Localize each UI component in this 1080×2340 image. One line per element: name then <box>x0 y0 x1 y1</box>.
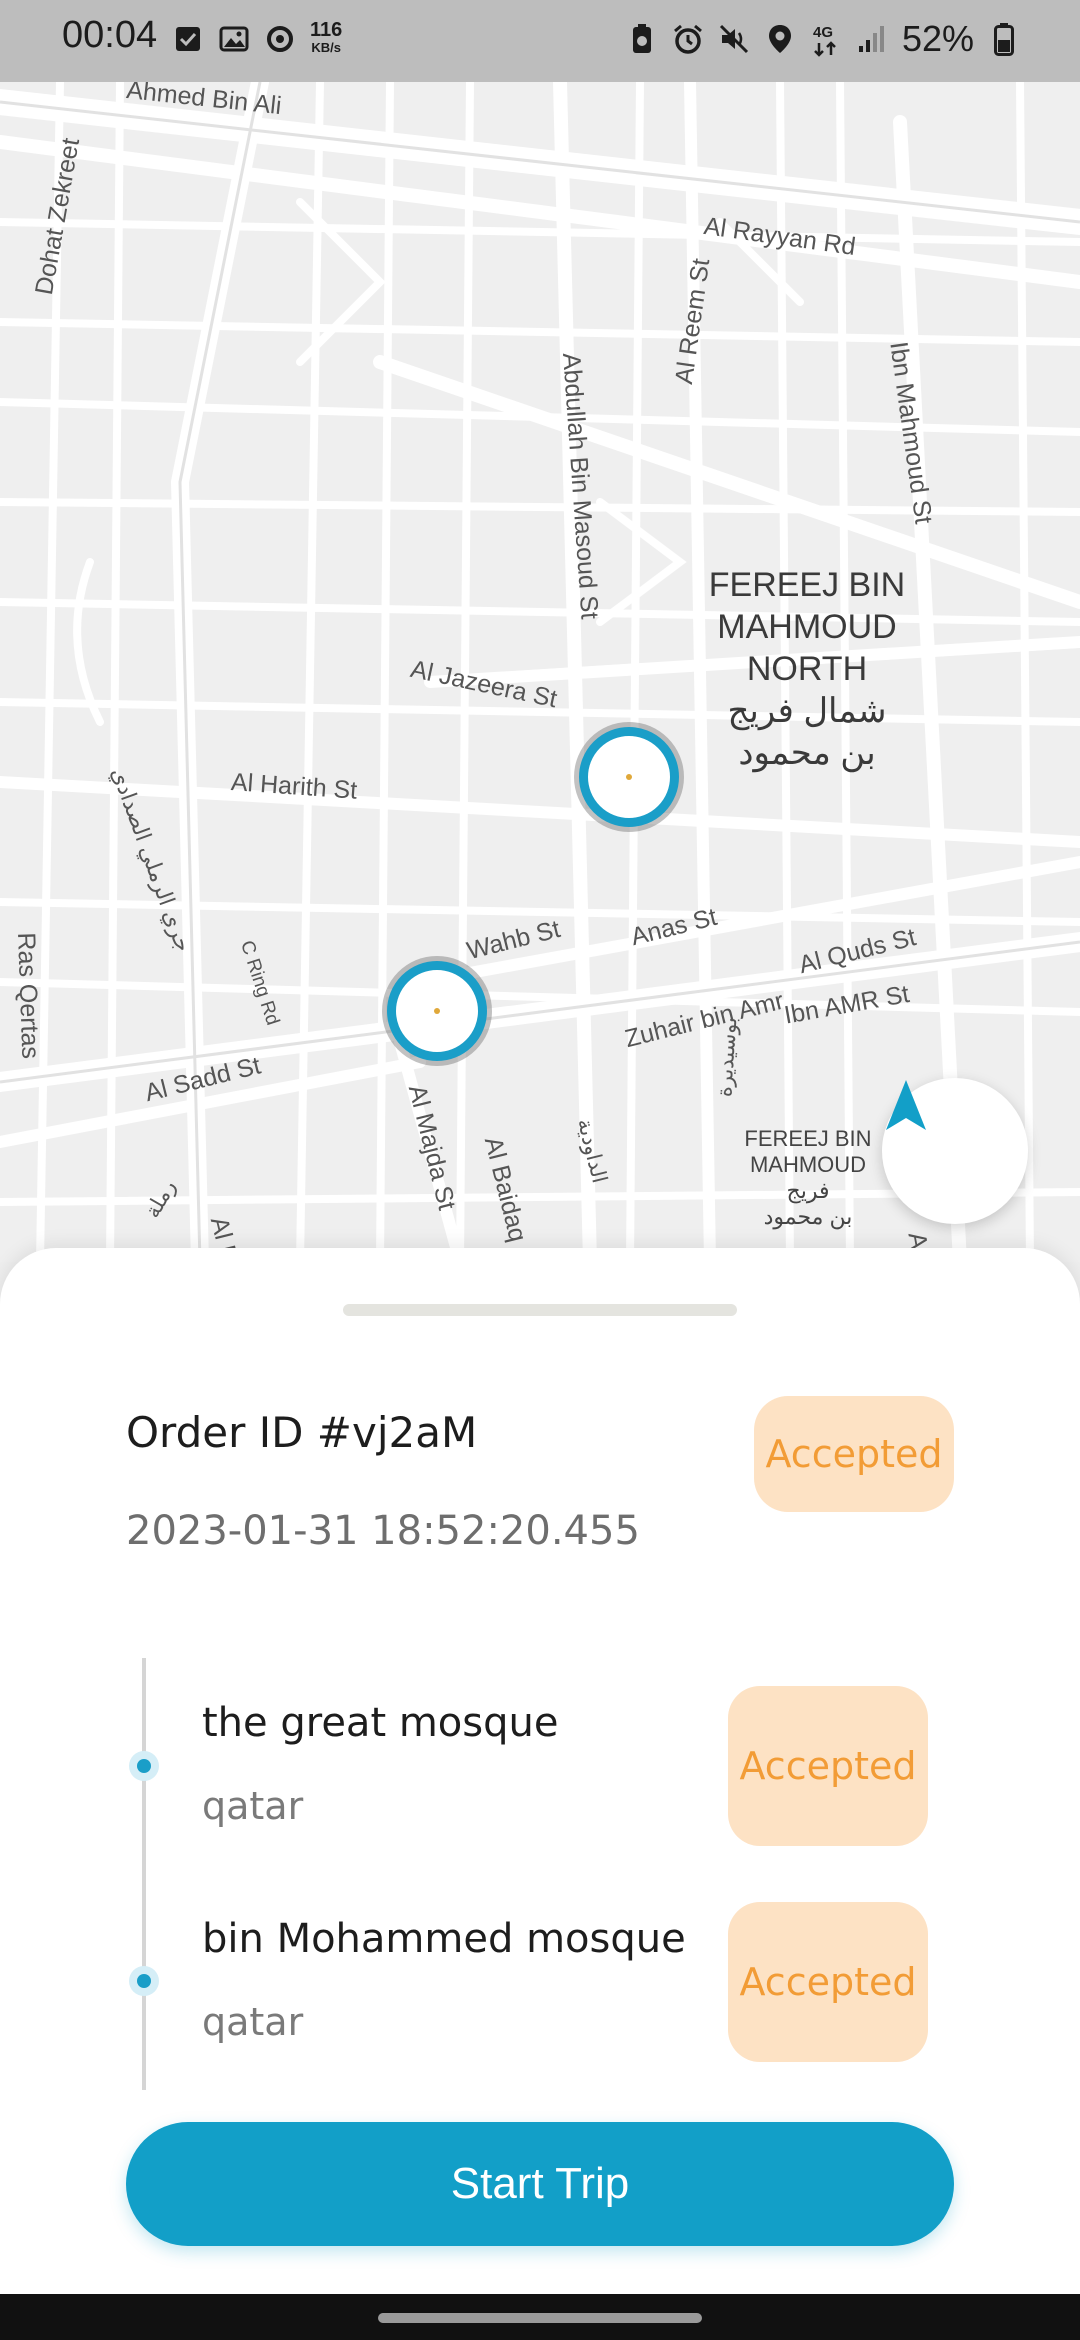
navigate-button[interactable] <box>882 1078 1028 1224</box>
stop-title: bin Mohammed mosque <box>202 1916 686 1962</box>
navigation-arrow-icon <box>886 1080 926 1130</box>
order-datetime: 2023-01-31 18:52:20.455 <box>126 1508 640 1554</box>
map-view[interactable]: Ahmed Bin Ali Dohat Zekreet Al Rayyan Rd… <box>0 82 1080 1262</box>
sheet-drag-handle[interactable] <box>343 1304 737 1316</box>
district-line: MAHMOUD <box>717 608 897 646</box>
stop-status-badge: Accepted <box>728 1902 928 2062</box>
mute-icon <box>718 20 750 58</box>
district-line: MAHMOUD <box>749 1152 867 1177</box>
location-icon <box>764 20 796 58</box>
battery-percent: 52% <box>901 18 974 59</box>
stop-title: the great mosque <box>202 1700 559 1746</box>
district-label-small: FEREEJ BIN MAHMOUD فريج بن محمود <box>736 1126 880 1230</box>
battery-icon <box>988 20 1020 58</box>
district-line: بن محمود <box>738 734 876 772</box>
district-line: NORTH <box>746 650 868 688</box>
start-trip-button[interactable]: Start Trip <box>126 2122 954 2246</box>
district-line: فريج <box>786 1178 830 1203</box>
checkbox-icon <box>172 20 204 58</box>
timeline-line <box>142 1658 146 2090</box>
pickup-marker[interactable] <box>579 727 679 827</box>
street-label: Ras Qertas <box>12 932 45 1060</box>
network-type-text: 4G <box>813 24 833 41</box>
order-id: Order ID #vj2aM <box>126 1408 478 1457</box>
network-speed-value: 116 <box>310 19 343 41</box>
status-time: 00:04 <box>62 14 158 56</box>
signal-icon <box>856 20 888 58</box>
network-speed: 116 KB/s <box>310 19 343 57</box>
stop-status-badge: Accepted <box>728 1686 928 1846</box>
status-bar: 00:04 116 KB/s 4G 52% <box>0 0 1080 82</box>
timeline-dot <box>129 1966 159 1996</box>
order-status-badge: Accepted <box>754 1396 954 1512</box>
status-right-icons: 4G 52% <box>626 18 1020 60</box>
network-speed-unit: KB/s <box>311 40 341 55</box>
district-line: شمال فريج <box>727 692 887 730</box>
district-line: بن محمود <box>763 1204 853 1229</box>
district-line: FEREEJ BIN <box>744 1126 872 1151</box>
district-line: FEREEJ BIN <box>708 566 906 604</box>
alarm-icon <box>672 20 704 58</box>
image-icon <box>218 20 250 58</box>
battery-saver-icon <box>626 20 658 58</box>
stop-subtitle: qatar <box>202 1784 304 1828</box>
status-left-icons: 116 KB/s <box>172 20 342 58</box>
home-indicator[interactable] <box>378 2313 702 2323</box>
sync-icon <box>264 20 296 58</box>
dropoff-marker[interactable] <box>387 961 487 1061</box>
order-bottom-sheet: Order ID #vj2aM 2023-01-31 18:52:20.455 … <box>0 1248 1080 2294</box>
timeline-dot <box>129 1751 159 1781</box>
stop-subtitle: qatar <box>202 2000 304 2044</box>
district-label-main: FEREEJ BIN MAHMOUD NORTH شمال فريج بن مح… <box>700 564 914 774</box>
network-4g-icon: 4G <box>810 20 842 58</box>
